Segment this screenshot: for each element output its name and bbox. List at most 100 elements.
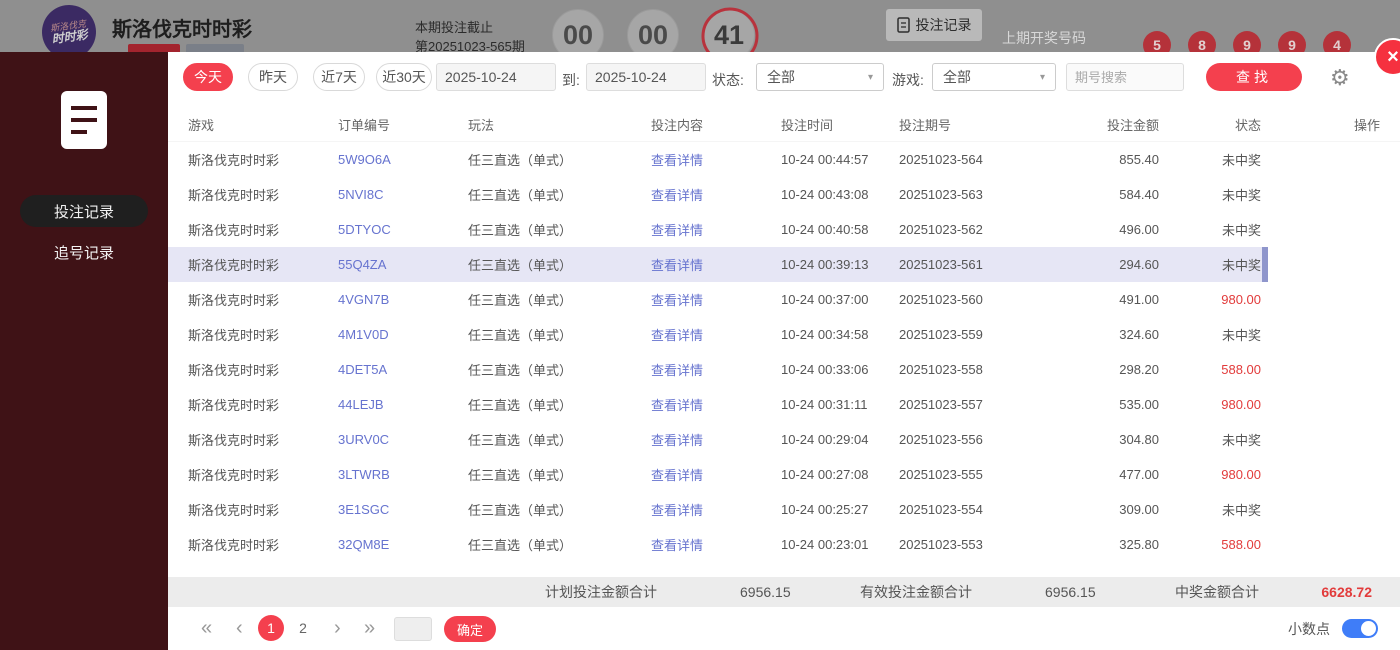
search-button[interactable]: 查找 (1206, 63, 1302, 91)
bet-record-button-background[interactable]: 投注记录 (886, 9, 982, 41)
cell-issue: 20251023-563 (899, 187, 1019, 202)
screen: 斯洛伐克 时时彩 斯洛伐克时时彩 本期投注截止 第20251023-565期 0… (0, 0, 1400, 650)
quick-filter-today[interactable]: 今天 (183, 63, 233, 91)
cell-issue: 20251023-560 (899, 292, 1019, 307)
quick-filter-7days[interactable]: 近7天 (313, 63, 365, 91)
table-header: 游戏 订单编号 玩法 投注内容 投注时间 投注期号 投注金额 状态 操作 (168, 108, 1400, 142)
plan-total-label: 计划投注金额合计 (545, 577, 657, 607)
cell-game: 斯洛伐克时时彩 (188, 535, 338, 554)
sidebar-item-chase-records[interactable]: 追号记录 (20, 236, 148, 268)
quick-filter-yesterday[interactable]: 昨天 (248, 63, 298, 91)
view-detail-link[interactable]: 查看详情 (651, 398, 703, 413)
order-number-link[interactable]: 4VGN7B (338, 292, 468, 307)
order-number-link[interactable]: 44LEJB (338, 397, 468, 412)
order-number-link[interactable]: 3E1SGC (338, 502, 468, 517)
confirm-button[interactable]: 确定 (444, 616, 496, 642)
table-row[interactable]: 斯洛伐克时时彩 4M1V0D 任三直选（单式） 查看详情 10-24 00:34… (168, 317, 1400, 352)
status-select[interactable]: 全部 ▾ (756, 63, 884, 91)
document-icon (897, 17, 910, 33)
close-icon: × (1387, 46, 1399, 69)
cell-play-type: 任三直选（单式） (468, 360, 651, 379)
issue-search-input[interactable] (1066, 63, 1184, 91)
decimal-toggle-label: 小数点 (1288, 619, 1330, 639)
deadline-label: 本期投注截止 (415, 17, 493, 36)
order-number-link[interactable]: 4M1V0D (338, 327, 468, 342)
cell-game: 斯洛伐克时时彩 (188, 290, 338, 309)
table-row[interactable]: 斯洛伐克时时彩 32QM8E 任三直选（单式） 查看详情 10-24 00:23… (168, 527, 1400, 562)
view-detail-link[interactable]: 查看详情 (651, 468, 703, 483)
table-row[interactable]: 斯洛伐克时时彩 55Q4ZA 任三直选（单式） 查看详情 10-24 00:39… (168, 247, 1400, 282)
order-number-link[interactable]: 3URV0C (338, 432, 468, 447)
view-detail-link[interactable]: 查看详情 (651, 433, 703, 448)
cell-play-type: 任三直选（单式） (468, 465, 651, 484)
order-number-link[interactable]: 5DTYOC (338, 222, 468, 237)
order-number-link[interactable]: 5NVI8C (338, 187, 468, 202)
cell-bet-time: 10-24 00:29:04 (781, 432, 899, 447)
quick-filter-30days[interactable]: 近30天 (376, 63, 432, 91)
page-jump-input[interactable] (394, 617, 432, 641)
game-select[interactable]: 全部 ▾ (932, 63, 1056, 91)
cell-game: 斯洛伐克时时彩 (188, 395, 338, 414)
cell-game: 斯洛伐克时时彩 (188, 360, 338, 379)
next-page-icon[interactable]: › (334, 615, 341, 641)
order-number-link[interactable]: 55Q4ZA (338, 257, 468, 272)
date-to-input[interactable] (586, 63, 706, 91)
first-page-icon[interactable]: « (201, 615, 212, 641)
view-detail-link[interactable]: 查看详情 (651, 538, 703, 553)
header-operation: 操作 (1261, 115, 1380, 134)
cell-amount: 477.00 (1019, 467, 1159, 482)
table-row[interactable]: 斯洛伐克时时彩 4DET5A 任三直选（单式） 查看详情 10-24 00:33… (168, 352, 1400, 387)
cell-bet-time: 10-24 00:40:58 (781, 222, 899, 237)
prev-page-icon[interactable]: ‹ (236, 615, 243, 641)
cell-bet-time: 10-24 00:34:58 (781, 327, 899, 342)
bet-records-modal: 今天 昨天 近7天 近30天 到: 状态: 全部 ▾ 游戏: 全部 ▾ 查找 ⚙… (168, 52, 1400, 650)
view-detail-link[interactable]: 查看详情 (651, 188, 703, 203)
page-2-button[interactable]: 2 (290, 615, 316, 641)
cell-game: 斯洛伐克时时彩 (188, 465, 338, 484)
view-detail-link[interactable]: 查看详情 (651, 153, 703, 168)
cell-status: 未中奖 (1159, 150, 1261, 169)
order-number-link[interactable]: 4DET5A (338, 362, 468, 377)
cell-play-type: 任三直选（单式） (468, 395, 651, 414)
page-1-button[interactable]: 1 (258, 615, 284, 641)
view-detail-link[interactable]: 查看详情 (651, 223, 703, 238)
cell-status: 未中奖 (1159, 255, 1261, 274)
order-number-link[interactable]: 3LTWRB (338, 467, 468, 482)
cell-issue: 20251023-555 (899, 467, 1019, 482)
table-row[interactable]: 斯洛伐克时时彩 4VGN7B 任三直选（单式） 查看详情 10-24 00:37… (168, 282, 1400, 317)
last-page-icon[interactable]: » (364, 615, 375, 641)
order-number-link[interactable]: 32QM8E (338, 537, 468, 552)
table-row[interactable]: 斯洛伐克时时彩 3URV0C 任三直选（单式） 查看详情 10-24 00:29… (168, 422, 1400, 457)
chevron-down-icon: ▾ (868, 72, 873, 83)
cell-bet-time: 10-24 00:44:57 (781, 152, 899, 167)
cell-amount: 855.40 (1019, 152, 1159, 167)
game-filter-label: 游戏: (892, 70, 924, 90)
cell-status: 588.00 (1159, 537, 1261, 552)
cell-amount: 496.00 (1019, 222, 1159, 237)
header-order: 订单编号 (338, 115, 468, 134)
view-detail-link[interactable]: 查看详情 (651, 363, 703, 378)
view-detail-link[interactable]: 查看详情 (651, 328, 703, 343)
header-time: 投注时间 (781, 115, 899, 134)
cell-amount: 324.60 (1019, 327, 1159, 342)
date-from-input[interactable] (436, 63, 556, 91)
sidebar-item-bet-records[interactable]: 投注记录 (20, 195, 148, 227)
view-detail-link[interactable]: 查看详情 (651, 293, 703, 308)
table-row[interactable]: 斯洛伐克时时彩 3LTWRB 任三直选（单式） 查看详情 10-24 00:27… (168, 457, 1400, 492)
cell-game: 斯洛伐克时时彩 (188, 430, 338, 449)
cell-bet-time: 10-24 00:33:06 (781, 362, 899, 377)
table-row[interactable]: 斯洛伐克时时彩 3E1SGC 任三直选（单式） 查看详情 10-24 00:25… (168, 492, 1400, 527)
table-row[interactable]: 斯洛伐克时时彩 44LEJB 任三直选（单式） 查看详情 10-24 00:31… (168, 387, 1400, 422)
view-detail-link[interactable]: 查看详情 (651, 258, 703, 273)
view-detail-link[interactable]: 查看详情 (651, 503, 703, 518)
decimal-toggle[interactable] (1342, 619, 1378, 638)
summary-bar: 计划投注金额合计 6956.15 有效投注金额合计 6956.15 中奖金额合计… (168, 577, 1400, 607)
header-issue: 投注期号 (899, 115, 1019, 134)
gear-icon[interactable]: ⚙ (1330, 65, 1350, 91)
cell-status: 980.00 (1159, 467, 1261, 482)
table-row[interactable]: 斯洛伐克时时彩 5DTYOC 任三直选（单式） 查看详情 10-24 00:40… (168, 212, 1400, 247)
table-row[interactable]: 斯洛伐克时时彩 5NVI8C 任三直选（单式） 查看详情 10-24 00:43… (168, 177, 1400, 212)
cell-game: 斯洛伐克时时彩 (188, 255, 338, 274)
table-row[interactable]: 斯洛伐克时时彩 5W9O6A 任三直选（单式） 查看详情 10-24 00:44… (168, 142, 1400, 177)
order-number-link[interactable]: 5W9O6A (338, 152, 468, 167)
